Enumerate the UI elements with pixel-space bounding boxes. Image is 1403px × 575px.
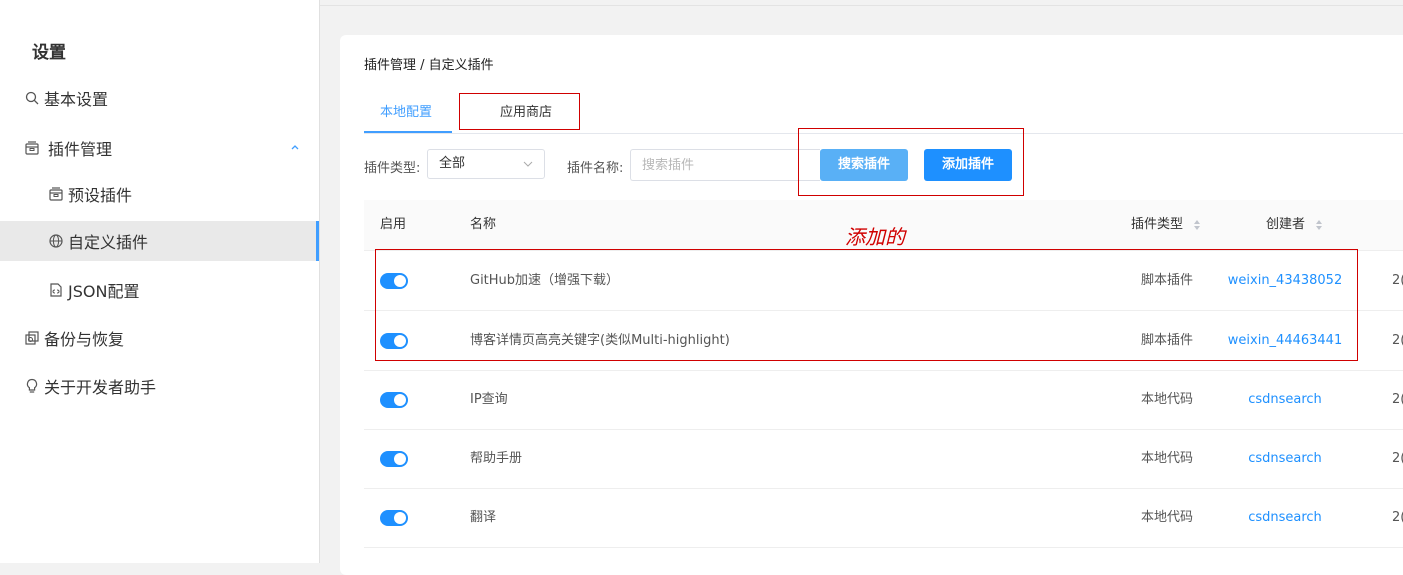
toggle-knob (394, 512, 406, 524)
chevron-down-icon (523, 161, 533, 167)
sidebar-item-custom-plugins[interactable]: 自定义插件 (0, 221, 319, 261)
annotation-box-added-rows (375, 249, 1358, 361)
globe-icon (49, 234, 63, 248)
plugin-date: 2( (1392, 510, 1403, 525)
enable-toggle[interactable] (380, 510, 408, 526)
column-header-type-label: 插件类型 (1131, 217, 1184, 232)
annotation-box-app-store (459, 93, 580, 130)
table-row: IP查询 本地代码 csdnsearch 2( (364, 370, 1403, 430)
annotation-text: 添加的 (845, 225, 905, 249)
sort-icon[interactable] (1315, 219, 1323, 231)
sidebar: 设置 基本设置 插件管理 预设插件 自定义插件 JSON配置 备份与恢复 关于开… (0, 0, 320, 563)
breadcrumb: 插件管理 / 自定义插件 (364, 58, 494, 73)
plugin-date: 2( (1392, 451, 1403, 466)
plugin-creator-link[interactable]: csdnsearch (1220, 488, 1350, 547)
plugin-date: 2( (1392, 333, 1403, 348)
tab-local-config[interactable]: 本地配置 (380, 93, 432, 133)
plugin-date: 2( (1392, 392, 1403, 407)
table-row: 帮助手册 本地代码 csdnsearch 2( (364, 429, 1403, 489)
package-icon (49, 187, 63, 201)
plugin-type: 本地代码 (1141, 451, 1194, 466)
search-icon (25, 91, 39, 105)
table-row: 翻译 本地代码 csdnsearch 2( (364, 488, 1403, 548)
plugin-creator-link[interactable]: csdnsearch (1220, 370, 1350, 429)
sort-icon[interactable] (1193, 219, 1201, 231)
sidebar-item-label: 预设插件 (68, 186, 133, 205)
enable-toggle[interactable] (380, 392, 408, 408)
sidebar-item-label: 基本设置 (44, 90, 109, 109)
plugin-creator-link[interactable]: csdnsearch (1220, 429, 1350, 488)
package-icon (25, 141, 39, 155)
plugin-type: 本地代码 (1141, 392, 1194, 407)
sidebar-item-label: 备份与恢复 (44, 330, 125, 349)
column-header-creator[interactable]: 创建者 (1266, 200, 1323, 250)
column-header-enabled: 启用 (380, 217, 407, 232)
sidebar-item-label: 插件管理 (48, 140, 113, 159)
sidebar-item-json-config[interactable]: JSON配置 (0, 270, 319, 310)
plugin-search-input[interactable] (630, 149, 820, 181)
lightbulb-icon (26, 378, 38, 393)
plugin-type-select[interactable]: 全部 (427, 149, 545, 179)
column-header-creator-label: 创建者 (1266, 217, 1306, 232)
sidebar-item-label: 关于开发者助手 (44, 378, 157, 397)
plugin-name-label: 插件名称: (567, 161, 624, 176)
plugin-date: 2( (1392, 273, 1403, 288)
file-json-icon (50, 283, 62, 297)
chevron-up-icon[interactable] (289, 141, 301, 153)
plugin-name: 帮助手册 (470, 451, 523, 466)
plugin-type-value: 全部 (439, 156, 466, 171)
column-header-type[interactable]: 插件类型 (1131, 200, 1201, 250)
top-divider (319, 5, 1403, 6)
sidebar-item-label: JSON配置 (68, 282, 140, 301)
sidebar-item-about[interactable]: 关于开发者助手 (0, 366, 319, 406)
toggle-knob (394, 394, 406, 406)
sidebar-item-plugin-management[interactable]: 插件管理 (0, 128, 319, 168)
plugin-name: IP查询 (470, 392, 508, 407)
enable-toggle[interactable] (380, 451, 408, 467)
sidebar-item-basic-settings[interactable]: 基本设置 (0, 78, 319, 118)
plugin-name: 翻译 (470, 510, 497, 525)
annotation-box-buttons (798, 128, 1024, 196)
sidebar-item-label: 自定义插件 (68, 233, 149, 252)
tab-active-indicator (364, 131, 452, 133)
sidebar-item-preset-plugins[interactable]: 预设插件 (0, 174, 319, 214)
sidebar-title: 设置 (32, 43, 66, 63)
column-header-name: 名称 (470, 217, 497, 232)
sidebar-item-backup-restore[interactable]: 备份与恢复 (0, 318, 319, 358)
plugin-type: 本地代码 (1141, 510, 1194, 525)
plugin-type-label: 插件类型: (364, 161, 421, 176)
toggle-knob (394, 453, 406, 465)
backup-icon (25, 331, 39, 345)
